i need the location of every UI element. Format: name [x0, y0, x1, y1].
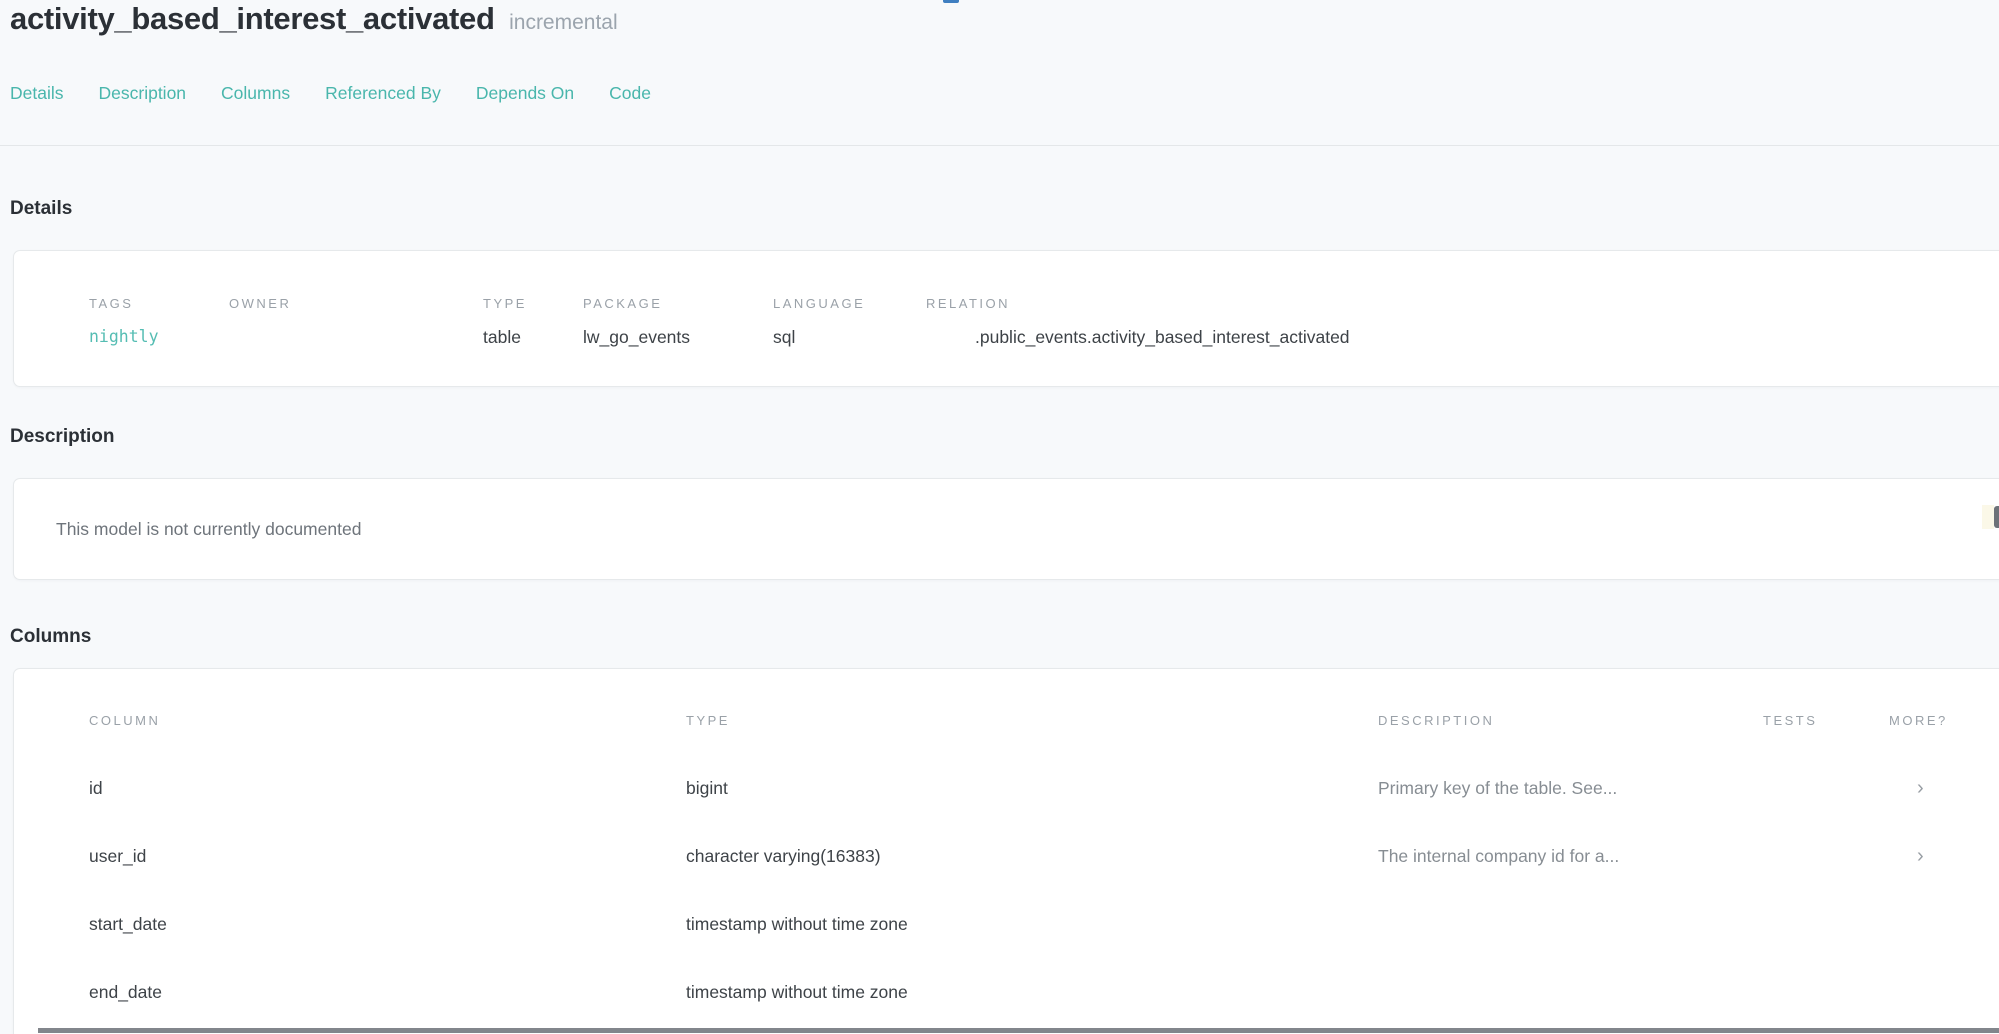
table-row-start-date[interactable]: start_date timestamp without time zone	[89, 890, 1999, 958]
description-card: This model is not currently documented	[13, 478, 1999, 580]
field-language-label: LANGUAGE	[773, 296, 926, 311]
cell-column-type: bigint	[686, 778, 1378, 799]
field-owner-value	[229, 327, 483, 348]
cell-column-name: start_date	[89, 914, 686, 935]
columns-table-header: COLUMN TYPE DESCRIPTION TESTS MORE?	[89, 713, 1999, 728]
chevron-right-icon[interactable]: ›	[1889, 777, 1999, 800]
cell-column-name: end_date	[89, 982, 686, 1003]
edge-highlight	[1982, 505, 1994, 529]
field-type-value: table	[483, 327, 583, 348]
table-row-end-date[interactable]: end_date timestamp without time zone	[89, 958, 1999, 1026]
field-relation: RELATION .public_events.activity_based_i…	[926, 296, 1999, 348]
field-owner-label: OWNER	[229, 296, 483, 311]
tab-depends-on[interactable]: Depends On	[476, 83, 574, 104]
table-row-user-id[interactable]: user_id character varying(16383) The int…	[89, 822, 1999, 890]
details-card: TAGS nightly OWNER TYPE table PACKAGE lw…	[13, 250, 1999, 387]
header-tests: TESTS	[1763, 713, 1889, 728]
field-relation-label: RELATION	[926, 296, 1999, 311]
section-nav: Details Description Columns Referenced B…	[10, 83, 651, 104]
tab-description[interactable]: Description	[99, 83, 187, 104]
field-package: PACKAGE lw_go_events	[583, 296, 773, 348]
header-divider	[0, 145, 1999, 146]
field-type: TYPE table	[483, 296, 583, 348]
cell-column-type: timestamp without time zone	[686, 914, 1378, 935]
page-title: activity_based_interest_activated increm…	[10, 1, 618, 37]
field-package-label: PACKAGE	[583, 296, 773, 311]
field-tags: TAGS nightly	[89, 296, 229, 348]
cell-column-name: user_id	[89, 846, 686, 867]
clipped-edge-widget	[1982, 505, 1999, 529]
columns-table: COLUMN TYPE DESCRIPTION TESTS MORE? id b…	[14, 669, 1999, 1026]
model-docs-page: activity_based_interest_activated increm…	[0, 0, 1999, 1034]
details-heading: Details	[10, 198, 72, 220]
cell-column-description: Primary key of the table. See...	[1378, 778, 1763, 799]
header-type: TYPE	[686, 713, 1378, 728]
columns-card: COLUMN TYPE DESCRIPTION TESTS MORE? id b…	[13, 668, 1999, 1034]
horizontal-scrollbar[interactable]	[38, 1028, 1999, 1033]
header-description: DESCRIPTION	[1378, 713, 1763, 728]
field-owner: OWNER	[229, 296, 483, 348]
edge-button-fragment[interactable]	[1994, 506, 1999, 528]
columns-heading: Columns	[10, 626, 91, 648]
header-more: MORE?	[1889, 713, 1999, 728]
tab-referenced-by[interactable]: Referenced By	[325, 83, 441, 104]
description-text: This model is not currently documented	[14, 479, 1999, 579]
tab-columns[interactable]: Columns	[221, 83, 290, 104]
materialization-badge: incremental	[509, 11, 618, 34]
chevron-right-icon[interactable]: ›	[1889, 845, 1999, 868]
tab-details[interactable]: Details	[10, 83, 64, 104]
cell-column-type: character varying(16383)	[686, 846, 1378, 867]
cell-column-type: timestamp without time zone	[686, 982, 1378, 1003]
field-type-label: TYPE	[483, 296, 583, 311]
description-heading: Description	[10, 426, 115, 448]
clipped-link-fragment	[943, 0, 959, 3]
field-tags-label: TAGS	[89, 296, 229, 311]
field-language-value: sql	[773, 327, 926, 348]
details-fields: TAGS nightly OWNER TYPE table PACKAGE lw…	[14, 251, 1999, 348]
model-name: activity_based_interest_activated	[10, 1, 495, 36]
field-package-value: lw_go_events	[583, 327, 773, 348]
table-row-id[interactable]: id bigint Primary key of the table. See.…	[89, 754, 1999, 822]
cell-column-description: The internal company id for a...	[1378, 846, 1763, 867]
cell-column-name: id	[89, 778, 686, 799]
field-relation-value: .public_events.activity_based_interest_a…	[926, 327, 1999, 348]
field-language: LANGUAGE sql	[773, 296, 926, 348]
tab-code[interactable]: Code	[609, 83, 651, 104]
tag-link[interactable]: nightly	[89, 327, 229, 348]
header-column: COLUMN	[89, 713, 686, 728]
